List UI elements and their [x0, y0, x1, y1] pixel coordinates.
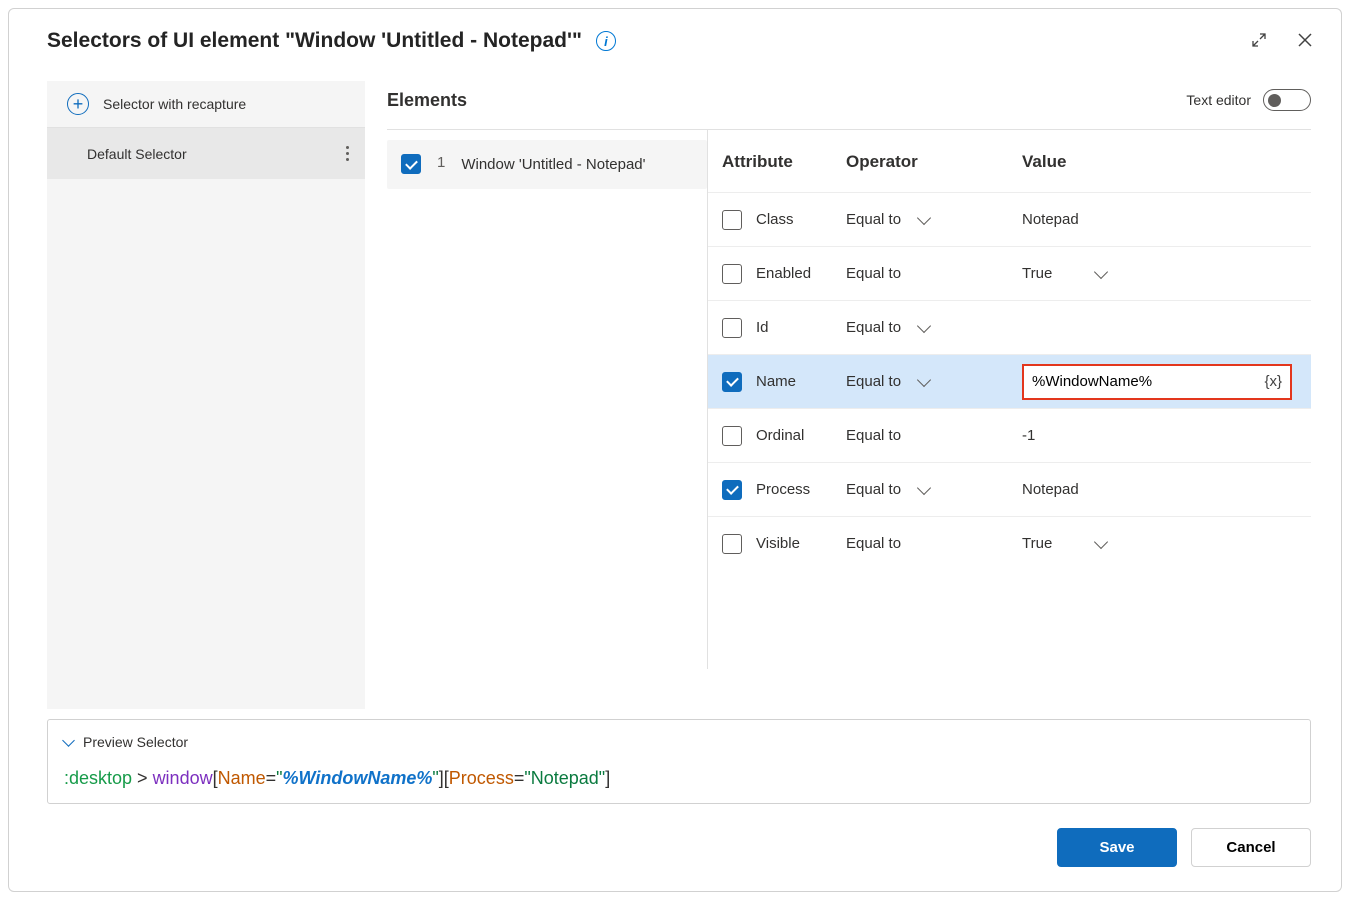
attribute-name: Visible	[756, 535, 846, 552]
attribute-checkbox[interactable]	[722, 426, 742, 446]
value-cell[interactable]: True	[1022, 535, 1311, 552]
value-cell[interactable]: {x}	[1022, 364, 1311, 400]
value-input[interactable]	[1032, 373, 1264, 390]
attribute-row: ProcessEqual toNotepad	[708, 462, 1311, 516]
elements-list: 1 Window 'Untitled - Notepad'	[387, 130, 707, 669]
value-cell[interactable]: Notepad	[1022, 481, 1311, 498]
chevron-down-icon	[917, 210, 931, 224]
selector-list-panel: + Selector with recapture Default Select…	[47, 81, 365, 709]
preview-selector-panel: Preview Selector :desktop > window[Name=…	[47, 719, 1311, 804]
elements-title: Elements	[387, 90, 467, 111]
attribute-checkbox[interactable]	[722, 534, 742, 554]
attribute-name: Name	[756, 373, 846, 390]
text-editor-label: Text editor	[1186, 92, 1251, 108]
operator-cell[interactable]: Equal to	[846, 481, 1022, 498]
value-cell[interactable]: -1	[1022, 427, 1311, 444]
value-text: True	[1022, 265, 1052, 282]
attributes-header: Attribute Operator Value	[708, 130, 1311, 192]
element-row[interactable]: 1 Window 'Untitled - Notepad'	[387, 140, 707, 189]
variable-icon[interactable]: {x}	[1264, 373, 1282, 390]
value-text: Notepad	[1022, 481, 1079, 498]
add-selector-button[interactable]: + Selector with recapture	[47, 81, 365, 128]
operator-cell[interactable]: Equal to	[846, 535, 1022, 552]
attribute-name: Id	[756, 319, 846, 336]
attribute-checkbox[interactable]	[722, 210, 742, 230]
value-text: Notepad	[1022, 211, 1079, 228]
attribute-name: Enabled	[756, 265, 846, 282]
more-vertical-icon[interactable]	[342, 142, 353, 165]
dialog-header: Selectors of UI element "Window 'Untitle…	[9, 9, 1341, 63]
dialog-title: Selectors of UI element "Window 'Untitle…	[47, 29, 582, 53]
attributes-panel: Attribute Operator Value ClassEqual toNo…	[707, 130, 1311, 669]
text-editor-toggle[interactable]	[1263, 89, 1311, 111]
chevron-down-icon	[62, 734, 75, 747]
attribute-checkbox[interactable]	[722, 480, 742, 500]
value-text: True	[1022, 535, 1052, 552]
attribute-row: VisibleEqual toTrue	[708, 516, 1311, 570]
attribute-checkbox[interactable]	[722, 372, 742, 392]
attribute-checkbox[interactable]	[722, 264, 742, 284]
attribute-name: Process	[756, 481, 846, 498]
info-icon[interactable]: i	[596, 31, 616, 51]
add-selector-label: Selector with recapture	[103, 96, 246, 112]
chevron-down-icon	[1094, 264, 1108, 278]
header-attribute: Attribute	[708, 152, 846, 172]
attribute-row: IdEqual to	[708, 300, 1311, 354]
attribute-checkbox[interactable]	[722, 318, 742, 338]
selector-item-default[interactable]: Default Selector	[47, 128, 365, 179]
chevron-down-icon	[917, 318, 931, 332]
element-checkbox[interactable]	[401, 154, 421, 174]
value-cell[interactable]: True	[1022, 265, 1311, 282]
close-icon[interactable]	[1297, 32, 1313, 51]
operator-cell[interactable]: Equal to	[846, 373, 1022, 390]
attribute-row: ClassEqual toNotepad	[708, 192, 1311, 246]
value-cell[interactable]: Notepad	[1022, 211, 1311, 228]
element-index: 1	[437, 154, 445, 171]
attribute-name: Class	[756, 211, 846, 228]
attribute-name: Ordinal	[756, 427, 846, 444]
operator-cell[interactable]: Equal to	[846, 265, 1022, 282]
chevron-down-icon	[1094, 534, 1108, 548]
operator-cell[interactable]: Equal to	[846, 427, 1022, 444]
selector-preview-text: :desktop > window[Name="%WindowName%"][P…	[64, 768, 1294, 789]
dialog-footer: Save Cancel	[9, 804, 1341, 891]
chevron-down-icon	[917, 372, 931, 386]
attribute-row: EnabledEqual toTrue	[708, 246, 1311, 300]
preview-selector-toggle[interactable]: Preview Selector	[64, 734, 1294, 750]
expand-icon[interactable]	[1251, 32, 1267, 51]
preview-selector-label: Preview Selector	[83, 734, 188, 750]
attribute-row: NameEqual to {x}	[708, 354, 1311, 408]
save-button[interactable]: Save	[1057, 828, 1177, 867]
header-value: Value	[1022, 152, 1311, 172]
chevron-down-icon	[917, 480, 931, 494]
plus-circle-icon: +	[67, 93, 89, 115]
header-operator: Operator	[846, 152, 1022, 172]
operator-cell[interactable]: Equal to	[846, 319, 1022, 336]
selector-dialog: Selectors of UI element "Window 'Untitle…	[8, 8, 1342, 892]
selector-item-label: Default Selector	[87, 146, 187, 162]
operator-cell[interactable]: Equal to	[846, 211, 1022, 228]
element-label: Window 'Untitled - Notepad'	[461, 154, 645, 175]
cancel-button[interactable]: Cancel	[1191, 828, 1311, 867]
attribute-row: OrdinalEqual to-1	[708, 408, 1311, 462]
value-text: -1	[1022, 427, 1035, 444]
